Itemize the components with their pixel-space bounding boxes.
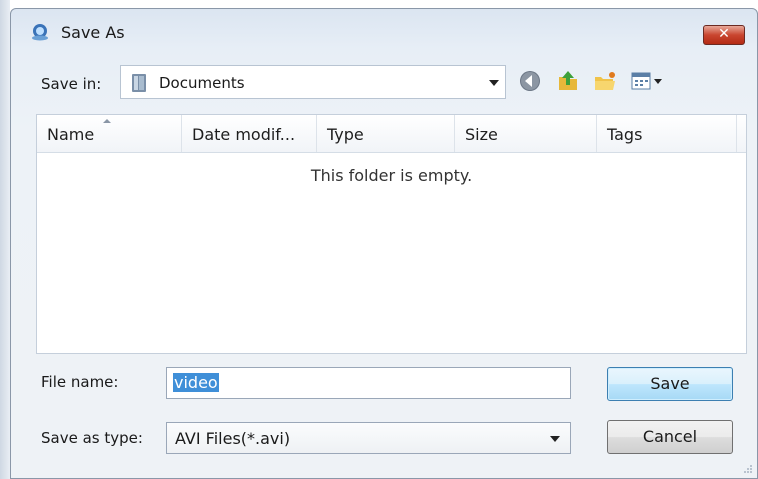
column-header-size[interactable]: Size xyxy=(455,115,597,152)
save-as-dialog: Save As ✕ Save in: Documents Name Date m… xyxy=(10,8,758,479)
resize-grip-icon[interactable] xyxy=(741,462,753,474)
window-title: Save As xyxy=(61,23,125,42)
chevron-down-icon[interactable] xyxy=(489,80,499,86)
column-header-label: Type xyxy=(327,125,364,144)
app-icon xyxy=(32,24,48,41)
close-button[interactable]: ✕ xyxy=(703,25,745,45)
sort-ascending-icon xyxy=(103,119,111,123)
cancel-button-label: Cancel xyxy=(642,427,698,446)
new-folder-icon[interactable] xyxy=(593,69,617,93)
title-bar: Save As ✕ xyxy=(11,9,757,53)
save-as-type-select[interactable]: AVI Files(*.avi) xyxy=(166,422,571,454)
column-header-date[interactable]: Date modif... xyxy=(182,115,317,152)
filename-value: video xyxy=(173,373,219,392)
desktop-edge xyxy=(0,0,10,479)
documents-folder-icon xyxy=(132,74,146,92)
views-menu-icon[interactable] xyxy=(630,69,670,93)
back-icon[interactable] xyxy=(518,69,542,93)
column-header-tags[interactable]: Tags xyxy=(597,115,737,152)
chevron-down-icon[interactable] xyxy=(550,436,560,442)
cancel-button[interactable]: Cancel xyxy=(607,420,733,454)
filename-label: File name: xyxy=(41,373,119,391)
close-icon: ✕ xyxy=(718,26,730,42)
save-as-type-value: AVI Files(*.avi) xyxy=(175,429,291,448)
column-header-type[interactable]: Type xyxy=(317,115,455,152)
column-header-name[interactable]: Name xyxy=(37,115,182,152)
list-header: Name Date modif... Type Size Tags xyxy=(37,115,746,153)
save-button[interactable]: Save xyxy=(607,367,733,401)
up-folder-icon[interactable] xyxy=(556,69,580,93)
column-header-label: Tags xyxy=(607,125,643,144)
location-combo[interactable]: Documents xyxy=(120,65,506,99)
save-button-label: Save xyxy=(650,374,690,393)
column-header-label: Name xyxy=(47,125,95,144)
save-in-label: Save in: xyxy=(41,75,102,93)
column-header-label: Size xyxy=(465,125,498,144)
empty-folder-message: This folder is empty. xyxy=(310,166,473,185)
location-text: Documents xyxy=(159,74,245,92)
file-list[interactable]: Name Date modif... Type Size Tags This f… xyxy=(36,114,747,354)
filename-input[interactable]: video xyxy=(166,367,571,399)
save-as-type-label: Save as type: xyxy=(41,429,143,447)
column-header-label: Date modif... xyxy=(192,125,296,144)
